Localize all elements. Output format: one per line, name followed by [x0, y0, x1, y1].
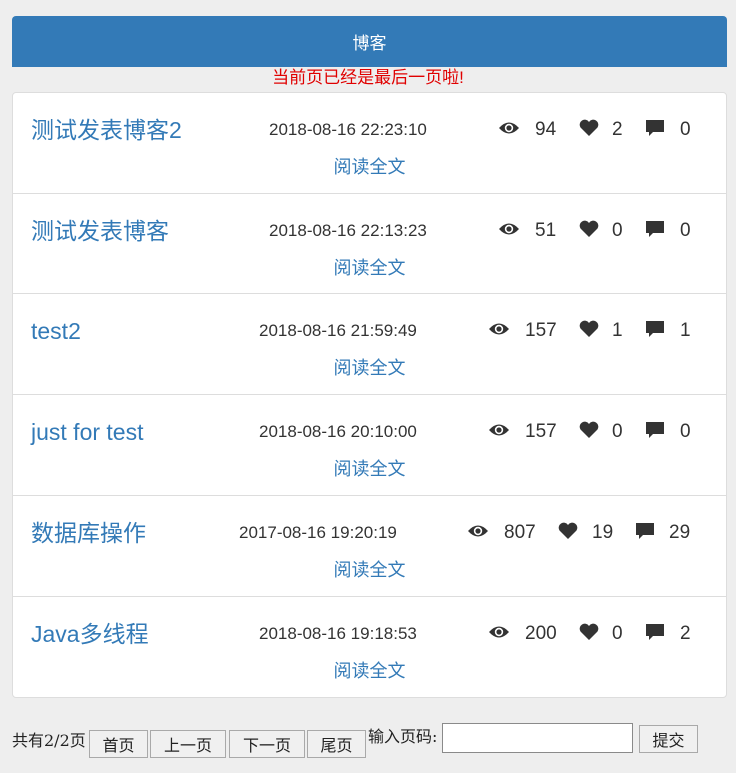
last-page-button[interactable]: 尾页 [307, 730, 366, 758]
page-jump-label: 输入页码: [368, 727, 438, 746]
post-date: 2018-08-16 22:13:23 [269, 221, 427, 240]
view-count: 200 [525, 623, 557, 644]
like-count: 0 [612, 220, 623, 241]
comment-icon [646, 422, 664, 438]
read-more-link[interactable]: 阅读全文 [13, 257, 726, 279]
post-date: 2018-08-16 20:10:00 [259, 422, 417, 441]
post-date: 2018-08-16 21:59:49 [259, 321, 417, 340]
page-summary: 共有2/2页 [12, 731, 86, 750]
comment-count: 2 [680, 623, 691, 644]
last-page-notice: 当前页已经是最后一页啦! [272, 68, 464, 87]
post-item: Java多线程 2018-08-16 19:18:53 200 0 2 阅读全文 [13, 596, 726, 697]
eye-icon [489, 323, 509, 335]
eye-icon [499, 122, 519, 134]
like-count: 2 [612, 119, 623, 140]
heart-icon [579, 220, 599, 237]
comment-count: 1 [680, 320, 691, 341]
comment-count: 29 [669, 522, 691, 543]
comment-count: 0 [680, 220, 691, 241]
read-more-link[interactable]: 阅读全文 [13, 660, 726, 682]
read-more-link[interactable]: 阅读全文 [13, 156, 726, 178]
post-title-link[interactable]: test2 [31, 316, 81, 346]
post-item: 测试发表博客2 2018-08-16 22:23:10 94 2 0 阅读全文 [13, 93, 726, 193]
like-count: 19 [592, 522, 614, 543]
header-title: 博客 [352, 34, 387, 53]
post-title-link[interactable]: 测试发表博客 [31, 216, 169, 246]
comment-icon [646, 624, 664, 640]
post-title-link[interactable]: just for test [31, 417, 143, 447]
view-count: 94 [535, 119, 557, 140]
heart-icon [558, 522, 578, 539]
read-more-link[interactable]: 阅读全文 [13, 458, 726, 480]
post-item: 数据库操作 2017-08-16 19:20:19 807 19 29 阅读全文 [13, 495, 726, 596]
comment-icon [636, 523, 654, 539]
heart-icon [579, 421, 599, 438]
prev-page-button[interactable]: 上一页 [150, 730, 226, 758]
view-count: 157 [525, 421, 557, 442]
next-page-button[interactable]: 下一页 [229, 730, 305, 758]
blog-header: 博客 [12, 16, 727, 67]
eye-icon [468, 525, 488, 537]
post-date: 2018-08-16 19:18:53 [259, 624, 417, 643]
post-date: 2018-08-16 22:23:10 [269, 120, 427, 139]
comment-icon [646, 120, 664, 136]
comment-icon [646, 321, 664, 337]
read-more-link[interactable]: 阅读全文 [13, 357, 726, 379]
like-count: 0 [612, 421, 623, 442]
view-count: 807 [504, 522, 536, 543]
post-title-link[interactable]: 测试发表博客2 [31, 115, 182, 145]
post-date: 2017-08-16 19:20:19 [239, 523, 397, 542]
post-title-link[interactable]: 数据库操作 [31, 518, 146, 548]
submit-button[interactable]: 提交 [639, 725, 698, 753]
heart-icon [579, 119, 599, 136]
eye-icon [499, 223, 519, 235]
view-count: 157 [525, 320, 557, 341]
eye-icon [489, 626, 509, 638]
post-item: just for test 2018-08-16 20:10:00 157 0 … [13, 394, 726, 495]
heart-icon [579, 623, 599, 640]
view-count: 51 [535, 220, 557, 241]
post-title-link[interactable]: Java多线程 [31, 619, 149, 649]
page-number-input[interactable] [442, 723, 633, 753]
like-count: 1 [612, 320, 623, 341]
post-item: 测试发表博客 2018-08-16 22:13:23 51 0 0 阅读全文 [13, 193, 726, 294]
first-page-button[interactable]: 首页 [89, 730, 148, 758]
eye-icon [489, 424, 509, 436]
comment-count: 0 [680, 421, 691, 442]
post-list: 测试发表博客2 2018-08-16 22:23:10 94 2 0 阅读全文 … [12, 92, 727, 698]
comment-icon [646, 221, 664, 237]
heart-icon [579, 320, 599, 337]
post-item: test2 2018-08-16 21:59:49 157 1 1 阅读全文 [13, 293, 726, 394]
read-more-link[interactable]: 阅读全文 [13, 559, 726, 581]
like-count: 0 [612, 623, 623, 644]
comment-count: 0 [680, 119, 691, 140]
